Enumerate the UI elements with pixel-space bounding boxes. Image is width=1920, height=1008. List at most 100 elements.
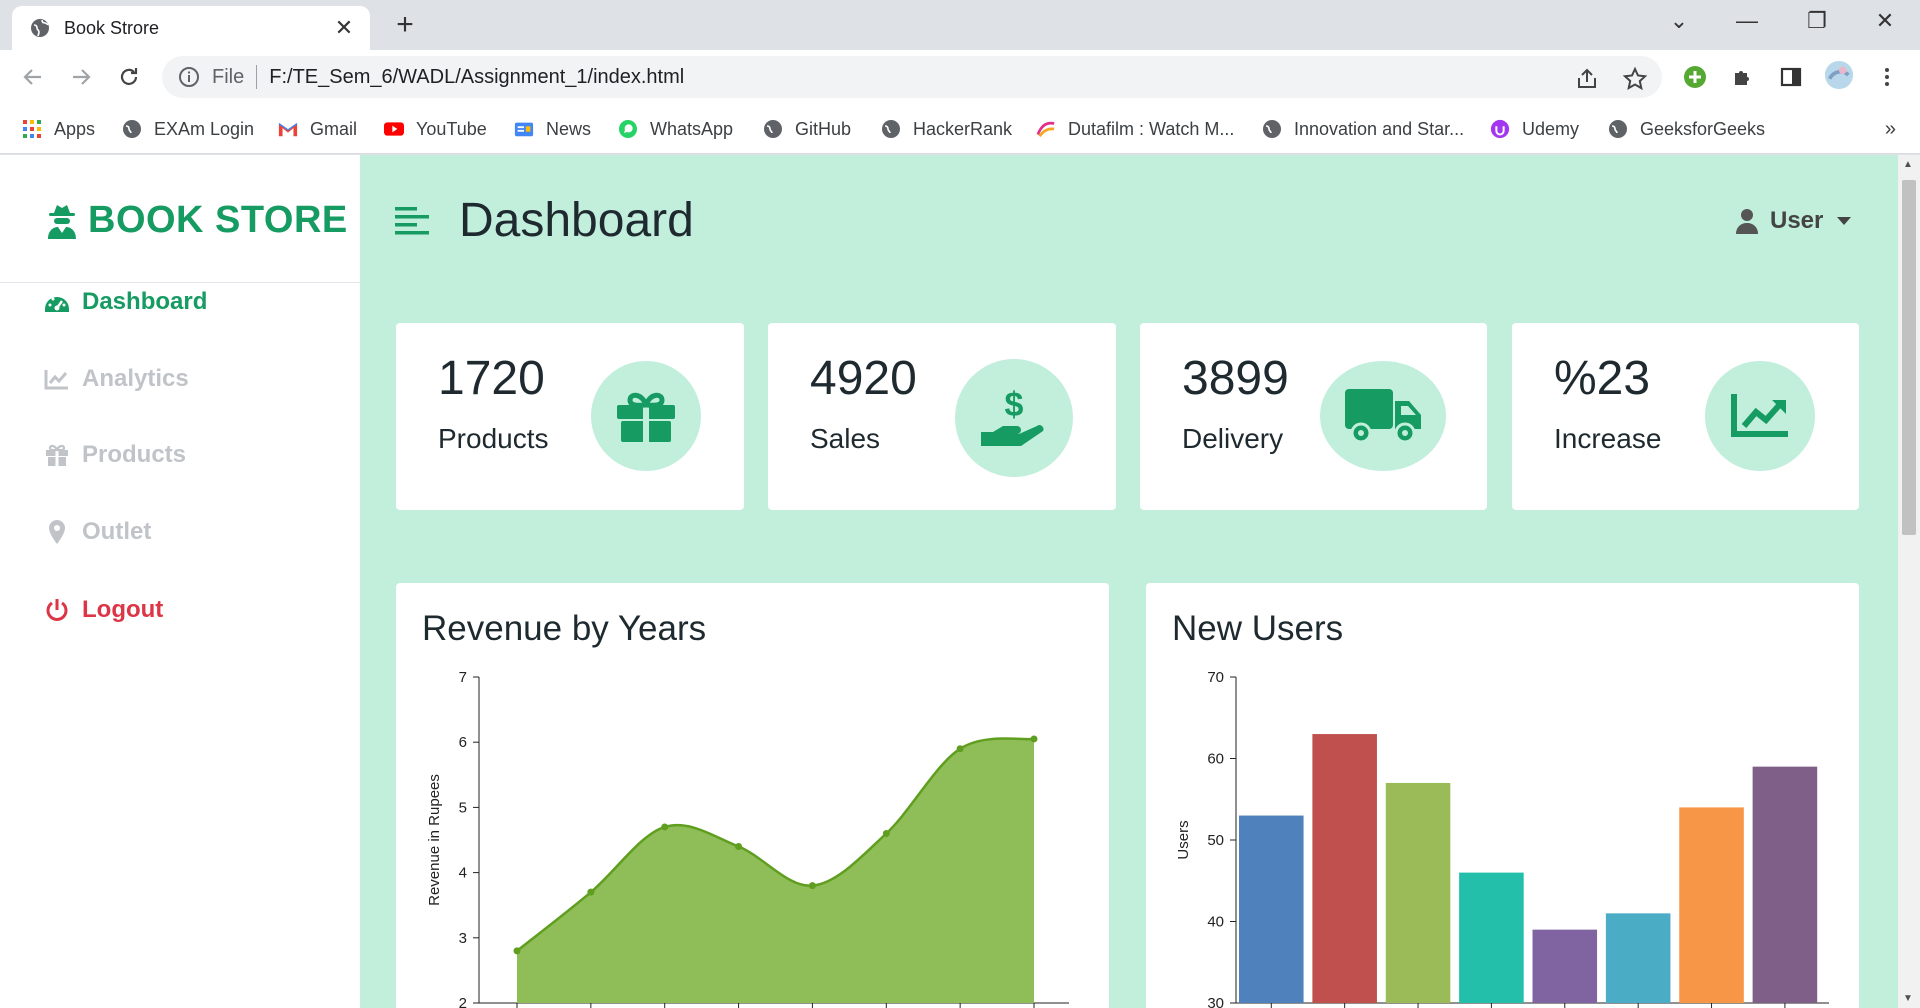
stat-icon-circle bbox=[1705, 361, 1815, 471]
scroll-up-arrow-icon[interactable]: ▲ bbox=[1903, 159, 1913, 170]
sidebar-item-logout[interactable]: Logout bbox=[44, 596, 163, 624]
y-tick-label: 4 bbox=[459, 865, 467, 882]
sidebar-item-label: Outlet bbox=[82, 518, 152, 545]
users-bar bbox=[1679, 807, 1744, 1003]
bookmark-whatsapp[interactable]: WhatsApp bbox=[618, 116, 733, 142]
page-scrollbar[interactable]: ▲ ▼ bbox=[1898, 155, 1920, 1008]
bookmark-geeksforgeeks[interactable]: GeeksforGeeks bbox=[1608, 116, 1765, 142]
stat-label: Delivery bbox=[1182, 423, 1284, 454]
sidebar-item-products[interactable]: Products bbox=[44, 441, 186, 469]
y-tick-label: 2 bbox=[459, 995, 467, 1008]
udemy-icon bbox=[1490, 119, 1510, 139]
revenue-area-chart: 2 3 4 5 6 7 Revenue in Rupees bbox=[426, 669, 1069, 1008]
scroll-down-arrow-icon[interactable]: ▼ bbox=[1903, 993, 1913, 1004]
globe-icon bbox=[122, 119, 142, 139]
bookmark-label: Gmail bbox=[310, 118, 358, 139]
info-icon[interactable] bbox=[178, 66, 200, 88]
globe-icon bbox=[31, 19, 49, 37]
bookmarks-more-button[interactable]: » bbox=[1885, 118, 1896, 141]
bookmark-label: WhatsApp bbox=[650, 118, 734, 139]
bookmark-dutafilm[interactable]: Dutafilm : Watch M... bbox=[1036, 116, 1234, 142]
browser-tabstrip: Book Strore ✕ + ⌄ — ❐ ✕ bbox=[0, 0, 1920, 50]
stat-card-delivery: 3899 Delivery bbox=[1140, 323, 1487, 510]
scroll-thumb[interactable] bbox=[1902, 180, 1916, 535]
restore-icon[interactable]: ❐ bbox=[1802, 8, 1832, 34]
tab-close-icon[interactable]: ✕ bbox=[332, 15, 356, 41]
chevron-down-icon bbox=[1837, 217, 1852, 225]
bookmark-udemy[interactable]: Udemy bbox=[1490, 116, 1579, 142]
users-bar-chart: 30 40 50 60 70 Users bbox=[1175, 669, 1829, 1008]
user-icon bbox=[1736, 209, 1758, 234]
apps-grid-icon bbox=[22, 119, 42, 139]
sidebar-item-dashboard[interactable]: Dashboard bbox=[44, 288, 207, 316]
users-bar bbox=[1459, 872, 1524, 1003]
sidebar-divider bbox=[0, 282, 360, 283]
gmail-icon bbox=[278, 119, 298, 139]
hand-holding-dollar-icon: $ bbox=[981, 386, 1044, 446]
globe-icon bbox=[1608, 119, 1628, 139]
revenue-point bbox=[513, 947, 521, 955]
whatsapp-icon bbox=[618, 119, 638, 139]
y-tick-label: 7 bbox=[459, 669, 467, 686]
y-tick-label: 70 bbox=[1207, 669, 1224, 686]
back-icon[interactable] bbox=[18, 62, 48, 92]
bookmark-exam-login[interactable]: EXAm Login bbox=[122, 116, 254, 142]
avatar[interactable] bbox=[1824, 60, 1854, 90]
chart-line-icon bbox=[1731, 394, 1788, 437]
user-menu-dropdown[interactable]: User bbox=[1736, 207, 1852, 235]
stat-label: Sales bbox=[810, 423, 881, 454]
bookmark-innovation[interactable]: Innovation and Star... bbox=[1262, 116, 1464, 142]
browser-tab[interactable]: Book Strore ✕ bbox=[12, 6, 370, 50]
globe-icon bbox=[1262, 119, 1282, 139]
menu-toggle-icon[interactable] bbox=[395, 206, 429, 236]
address-bar[interactable]: File F:/TE_Sem_6/WADL/Assignment_1/index… bbox=[162, 56, 1662, 98]
stat-card-sales: 4920 Sales $ bbox=[768, 323, 1116, 510]
sidebar-item-outlet[interactable]: Outlet bbox=[44, 518, 151, 546]
reload-icon[interactable] bbox=[114, 62, 144, 92]
window-close-icon[interactable]: ✕ bbox=[1870, 8, 1900, 34]
stat-label: Increase bbox=[1554, 423, 1662, 454]
power-icon bbox=[44, 597, 70, 623]
tab-title: Book Strore bbox=[64, 17, 160, 38]
sidebar-item-label: Analytics bbox=[82, 365, 189, 392]
svg-text:$: $ bbox=[1005, 386, 1024, 424]
stat-value: 4920 bbox=[810, 352, 917, 405]
bookmark-gmail[interactable]: Gmail bbox=[278, 116, 357, 142]
minimize-icon[interactable]: — bbox=[1732, 8, 1762, 34]
bookmark-news[interactable]: News bbox=[514, 116, 591, 142]
bookmark-github[interactable]: GitHub bbox=[763, 116, 851, 142]
extension-plus-icon[interactable] bbox=[1680, 62, 1710, 92]
bookmark-label: GeeksforGeeks bbox=[1640, 118, 1766, 139]
bookmark-star-icon[interactable] bbox=[1622, 66, 1648, 92]
sidebar-item-analytics[interactable]: Analytics bbox=[44, 365, 189, 393]
globe-icon bbox=[763, 119, 783, 139]
brand[interactable]: BOOK STORE bbox=[46, 199, 348, 242]
address-url[interactable]: F:/TE_Sem_6/WADL/Assignment_1/index.html bbox=[269, 66, 684, 89]
users-bar bbox=[1752, 766, 1818, 1003]
new-tab-icon[interactable]: + bbox=[390, 10, 420, 40]
revenue-point bbox=[735, 843, 743, 851]
revenue-point bbox=[661, 823, 669, 831]
tab-search-icon[interactable]: ⌄ bbox=[1664, 8, 1694, 34]
page-title: Dashboard bbox=[459, 194, 694, 247]
bookmark-apps[interactable]: Apps bbox=[22, 116, 95, 142]
share-icon[interactable] bbox=[1574, 66, 1600, 92]
google-news-icon bbox=[514, 119, 534, 139]
y-axis-label: Revenue in Rupees bbox=[426, 774, 443, 906]
gift-icon bbox=[44, 442, 70, 468]
bookmarks-bar: Apps EXAm Login Gmail YouTube News Whats… bbox=[0, 104, 1920, 154]
youtube-icon bbox=[384, 119, 404, 139]
browser-menu-icon[interactable] bbox=[1872, 62, 1902, 92]
y-tick-label: 50 bbox=[1207, 832, 1224, 849]
y-axis-label: Users bbox=[1175, 820, 1192, 859]
bookmark-youtube[interactable]: YouTube bbox=[384, 116, 487, 142]
stat-icon-circle: $ bbox=[955, 359, 1073, 477]
extensions-puzzle-icon[interactable] bbox=[1728, 62, 1758, 92]
bookmark-label: HackerRank bbox=[913, 118, 1013, 139]
bookmark-label: Dutafilm : Watch M... bbox=[1068, 118, 1235, 139]
bookmark-hackerrank[interactable]: HackerRank bbox=[881, 116, 1012, 142]
side-panel-icon[interactable] bbox=[1776, 62, 1806, 92]
forward-icon[interactable] bbox=[66, 62, 96, 92]
y-tick-label: 5 bbox=[459, 799, 467, 816]
users-bar bbox=[1239, 815, 1304, 1003]
